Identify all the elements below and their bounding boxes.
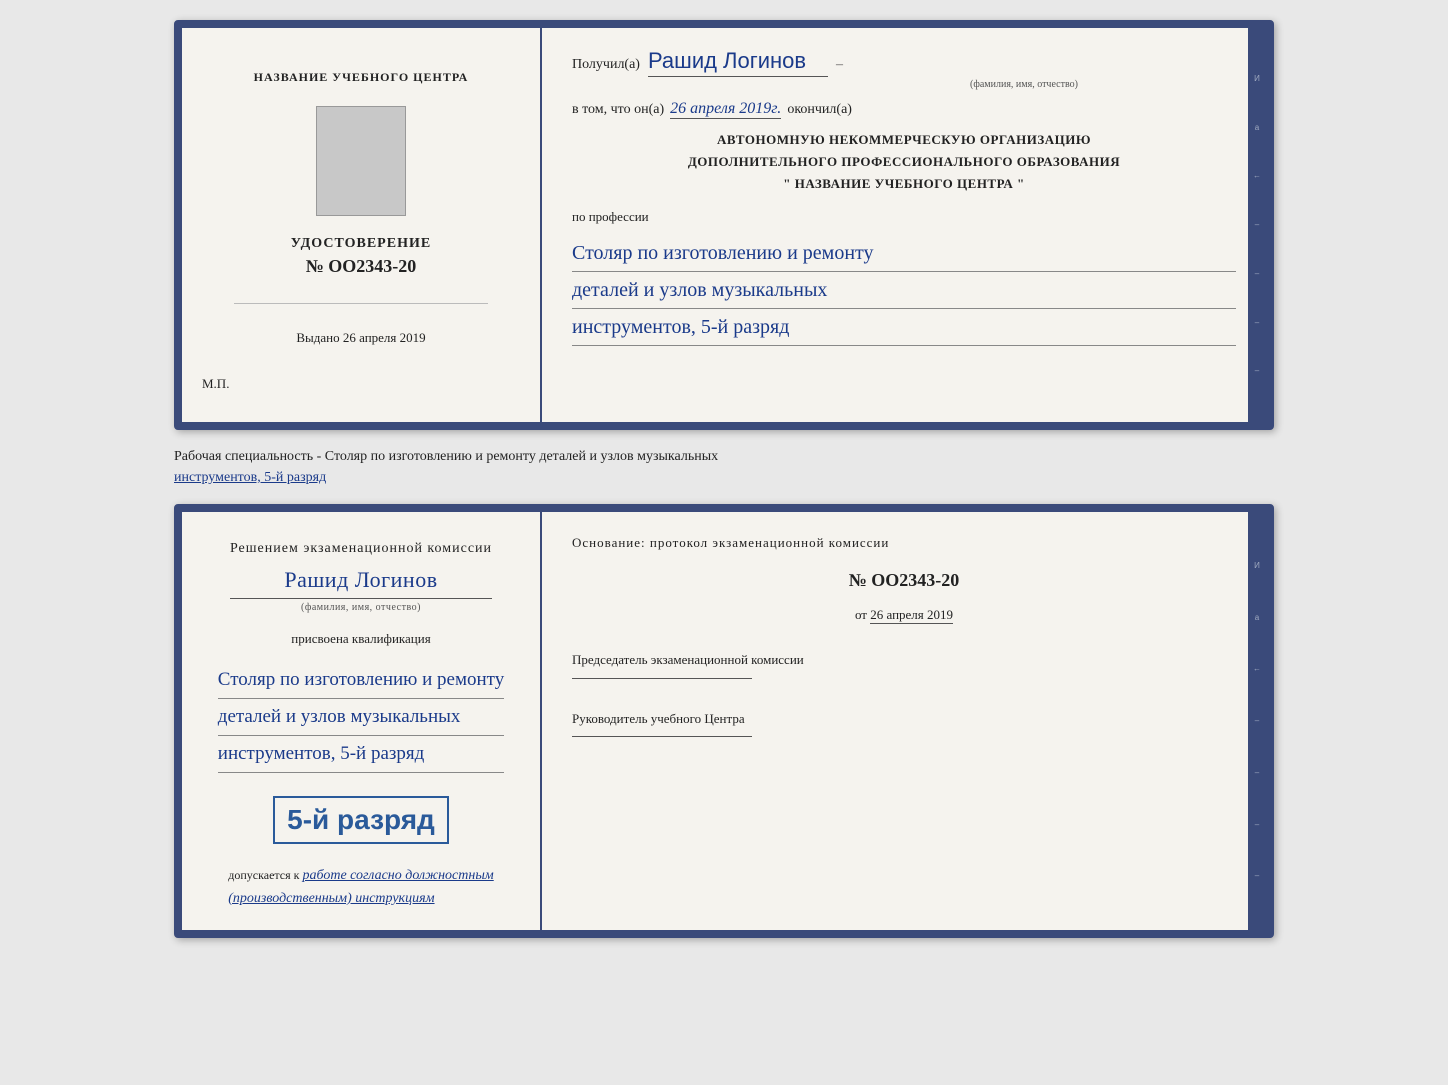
divider1 [234, 303, 488, 304]
rukovoditel-label: Руководитель учебного Центра [572, 709, 752, 729]
predsedatel-sig-line [572, 678, 752, 679]
udostoverenie-number: № OO2343-20 [291, 256, 431, 277]
top-document: НАЗВАНИЕ УЧЕБНОГО ЦЕНТРА УДОСТОВЕРЕНИЕ №… [174, 20, 1274, 430]
poluchil-wrapper: Получил(а) Рашид Логинов – (фамилия, имя… [572, 48, 1236, 90]
bottom-profession-line2: деталей и узлов музыкальных [218, 699, 504, 736]
right-side-strip-top: И а ← – – – – [1248, 28, 1266, 422]
org-line3: " НАЗВАНИЕ УЧЕБНОГО ЦЕНТРА " [572, 173, 1236, 195]
bottom-document: Решением экзаменационной комиссии Рашид … [174, 504, 1274, 938]
profession-line2: деталей и узлов музыкальных [572, 272, 1236, 309]
photo-placeholder [316, 106, 406, 216]
po-professii-label: по профессии [572, 209, 1236, 225]
poluchil-row: Получил(а) Рашид Логинов – [572, 48, 1236, 77]
udostoverenie-label: УДОСТОВЕРЕНИЕ [291, 236, 431, 252]
bottom-doc-right: Основание: протокол экзаменационной коми… [542, 512, 1266, 930]
top-doc-left: НАЗВАНИЕ УЧЕБНОГО ЦЕНТРА УДОСТОВЕРЕНИЕ №… [182, 28, 542, 422]
top-doc-right: Получил(а) Рашид Логинов – (фамилия, имя… [542, 28, 1266, 422]
poluchil-label: Получил(а) [572, 57, 640, 73]
vtom-label: в том, что он(а) [572, 102, 664, 118]
ot-date: от 26 апреля 2019 [572, 607, 1236, 624]
center-name-top: НАЗВАНИЕ УЧЕБНОГО ЦЕНТРА [254, 68, 469, 86]
recipient-name: Рашид Логинов [648, 48, 828, 77]
resheniem-block: Решением экзаменационной комиссии Рашид … [230, 537, 492, 616]
udostoverenie-block: УДОСТОВЕРЕНИЕ № OO2343-20 [291, 236, 431, 277]
rukovoditel-sig-line [572, 736, 752, 737]
vydano-line: Выдано 26 апреля 2019 [296, 330, 425, 346]
predsedatel-block: Председатель экзаменационной комиссии [572, 650, 804, 683]
dopuskaetsya-prefix: допускается к [228, 868, 299, 882]
specialty-prefix: Рабочая специальность - Столяр по изгото… [174, 449, 718, 464]
bottom-profession-line3: инструментов, 5-й разряд [218, 736, 504, 773]
instruktsii-line2: (производственным) инструкциям [228, 891, 434, 906]
osnovanie-block: Основание: протокол экзаменационной коми… [572, 532, 889, 554]
bottom-doc-left: Решением экзаменационной комиссии Рашид … [182, 512, 542, 930]
protocol-number: № OO2343-20 [572, 570, 1236, 591]
razryad-text: 5-й разряд [287, 804, 435, 835]
specialty-underlined: инструментов, 5-й разряд [174, 470, 326, 485]
right-side-strip-bottom: И а ← – – – – [1248, 512, 1266, 930]
resheniem-title: Решением экзаменационной комиссии [230, 537, 492, 561]
mp-line: М.П. [202, 376, 229, 392]
profession-line3: инструментов, 5-й разряд [572, 309, 1236, 346]
prisvoena-text: присвоена квалификация [291, 631, 430, 647]
org-line2: ДОПОЛНИТЕЛЬНОГО ПРОФЕССИОНАЛЬНОГО ОБРАЗО… [572, 151, 1236, 173]
org-block: АВТОНОМНУЮ НЕКОММЕРЧЕСКУЮ ОРГАНИЗАЦИЮ ДО… [572, 129, 1236, 195]
bottom-profession-line1: Столяр по изготовлению и ремонту [218, 662, 504, 699]
instruktsii-line1: работе согласно должностным [302, 868, 493, 883]
rukovoditel-block: Руководитель учебного Центра [572, 709, 752, 742]
profession-lines: Столяр по изготовлению и ремонту деталей… [572, 235, 1236, 346]
specialty-text: Рабочая специальность - Столяр по изгото… [174, 442, 1274, 492]
vtom-row: в том, что он(а) 26 апреля 2019г. окончи… [572, 100, 1236, 119]
fio-hint-bottom: (фамилия, имя, отчество) [230, 599, 492, 616]
completion-date: 26 апреля 2019г. [670, 100, 781, 119]
dopuskaetsya-block: допускается к работе согласно должностны… [228, 865, 493, 910]
osnovanie-label: Основание: протокол экзаменационной коми… [572, 535, 889, 550]
predsedatel-label: Председатель экзаменационной комиссии [572, 650, 804, 670]
org-line1: АВТОНОМНУЮ НЕКОММЕРЧЕСКУЮ ОРГАНИЗАЦИЮ [572, 129, 1236, 151]
okonchil-label: окончил(а) [787, 102, 852, 118]
bottom-recipient-name: Рашид Логинов [230, 561, 492, 599]
profession-line1: Столяр по изготовлению и ремонту [572, 235, 1236, 272]
bottom-profession-lines: Столяр по изготовлению и ремонту деталей… [218, 662, 504, 773]
razryad-highlight: 5-й разряд [273, 796, 449, 844]
